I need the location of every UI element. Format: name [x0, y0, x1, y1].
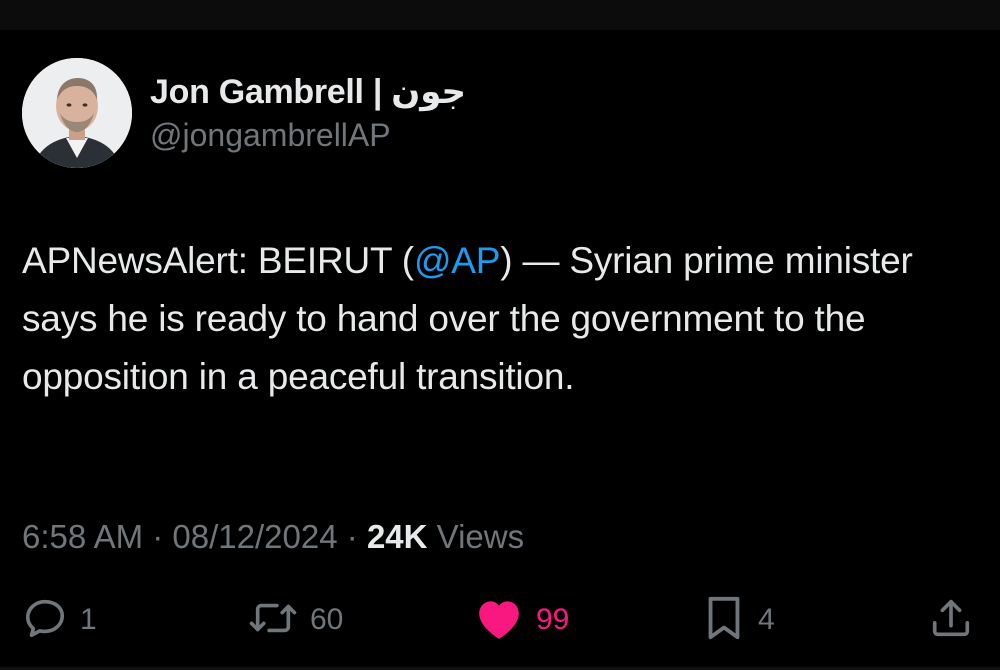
- bookmark-button[interactable]: 4: [702, 590, 775, 650]
- top-bar: [0, 0, 1000, 30]
- meta-separator: ·: [346, 518, 358, 555]
- share-icon: [928, 595, 974, 646]
- tweet-text-prefix: APNewsAlert: BEIRUT (: [22, 240, 414, 281]
- like-button[interactable]: 99: [474, 590, 569, 650]
- meta-separator: ·: [152, 518, 164, 555]
- bookmark-count: 4: [758, 603, 775, 636]
- action-bar: 1 60 99 4: [0, 590, 1000, 650]
- tweet-date[interactable]: 08/12/2024: [172, 518, 337, 555]
- like-icon: [474, 595, 524, 646]
- views-count: 24K: [366, 518, 428, 555]
- repost-button[interactable]: 60: [248, 590, 343, 650]
- tweet-text: APNewsAlert: BEIRUT (@AP) — Syrian prime…: [22, 232, 982, 406]
- views-label: Views: [436, 518, 525, 555]
- mention-link[interactable]: @AP: [414, 240, 501, 281]
- reply-count: 1: [80, 603, 97, 636]
- repost-count: 60: [310, 603, 344, 636]
- tweet-meta: 6:58 AM · 08/12/2024 · 24K Views: [22, 518, 524, 556]
- reply-icon: [22, 595, 68, 646]
- avatar[interactable]: [22, 58, 132, 168]
- share-button[interactable]: [928, 590, 974, 650]
- reply-button[interactable]: 1: [22, 590, 97, 650]
- tweet-time[interactable]: 6:58 AM: [22, 518, 143, 555]
- like-count: 99: [536, 603, 570, 636]
- author-handle[interactable]: @jongambrellAP: [150, 117, 391, 154]
- repost-icon: [248, 595, 298, 646]
- bookmark-icon: [702, 593, 746, 648]
- author-display-name[interactable]: Jon Gambrell | جون: [150, 72, 466, 112]
